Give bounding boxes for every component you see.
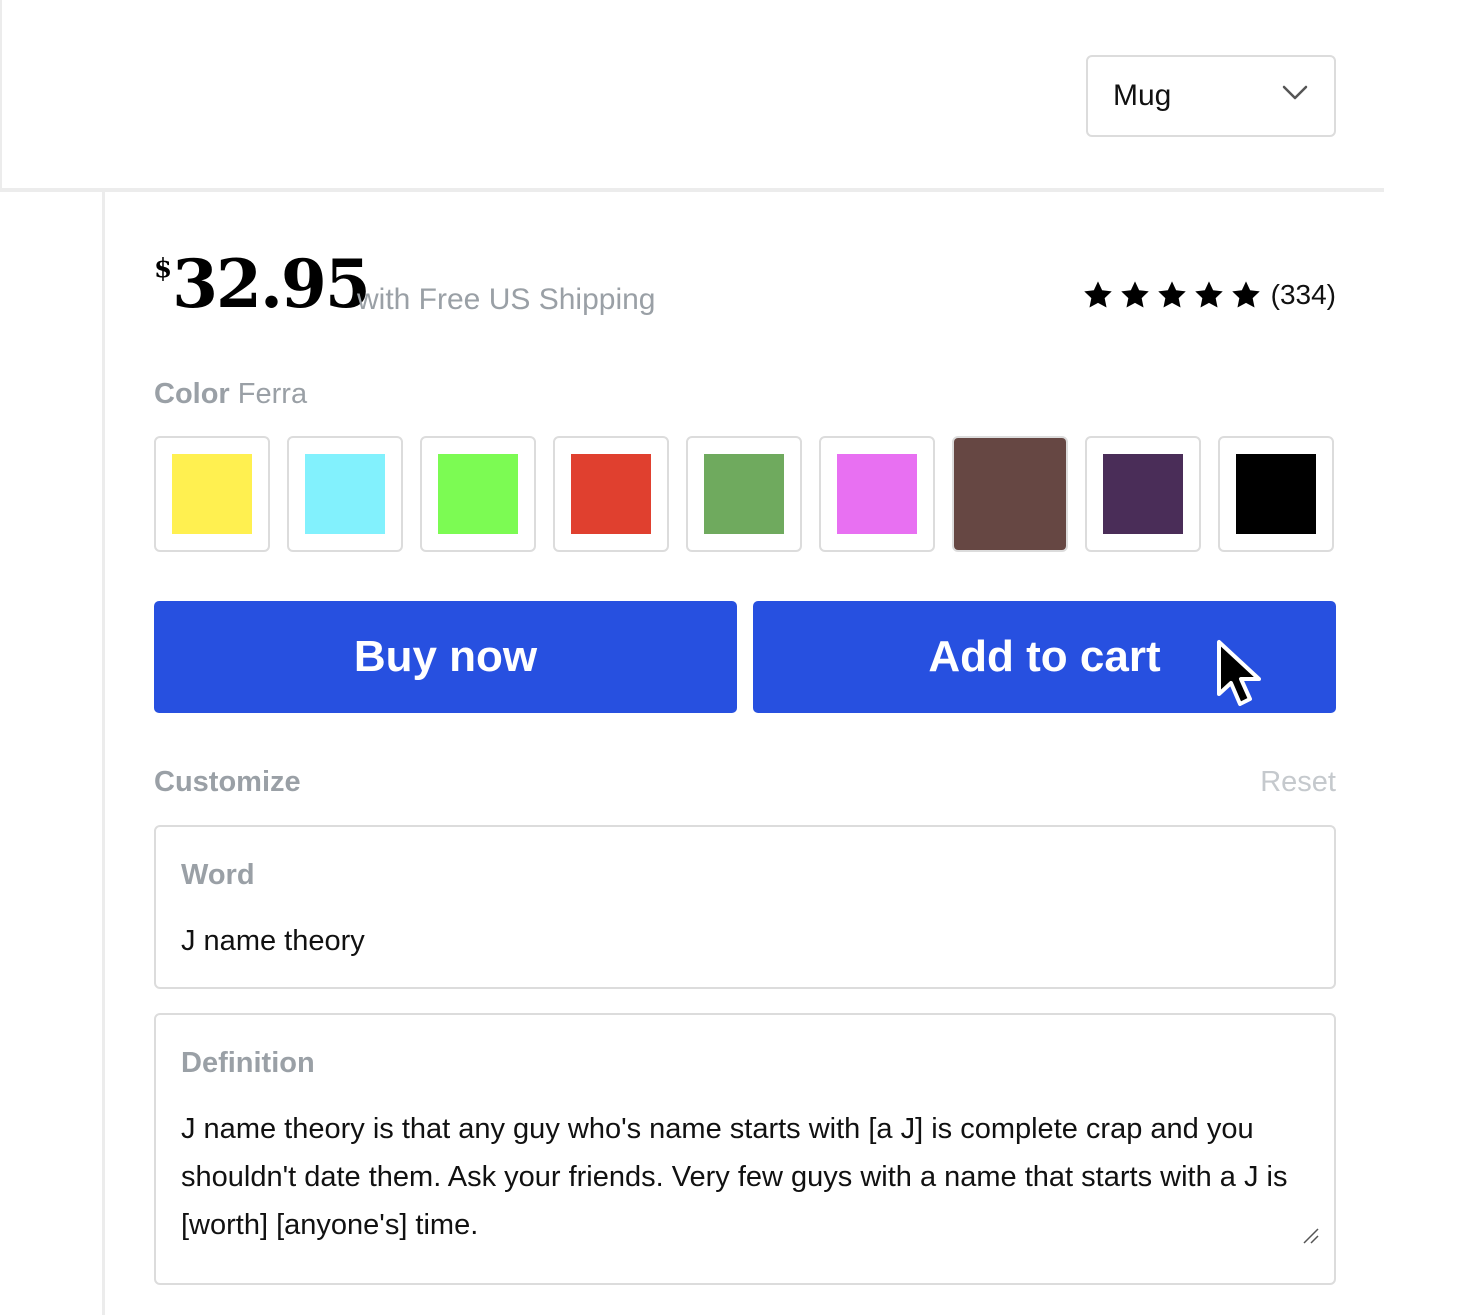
product-type-select[interactable]: Mug	[1086, 55, 1336, 137]
definition-field-label: Definition	[181, 1047, 315, 1079]
buy-now-button[interactable]: Buy now	[154, 601, 737, 713]
reset-button[interactable]: Reset	[1260, 766, 1336, 799]
price-currency: $	[154, 254, 173, 284]
color-label-title: Color	[154, 378, 230, 410]
star-icon	[1194, 281, 1223, 308]
color-swatch-fill	[571, 454, 651, 534]
star-icon	[1120, 281, 1149, 308]
color-swatch[interactable]	[287, 436, 403, 552]
shipping-note: with Free US Shipping	[357, 283, 656, 316]
color-swatch[interactable]	[819, 436, 935, 552]
color-swatch-fill	[172, 454, 252, 534]
price: $ 32.95	[154, 240, 371, 328]
color-swatch[interactable]	[952, 436, 1068, 552]
definition-field-value[interactable]: J name theory is that any guy who's name…	[181, 1105, 1304, 1249]
left-divider	[102, 192, 105, 1315]
color-swatch-fill	[305, 454, 385, 534]
word-field-value[interactable]: J name theory	[181, 917, 1304, 965]
color-swatches	[154, 436, 1334, 552]
definition-field[interactable]: Definition J name theory is that any guy…	[154, 1013, 1336, 1285]
color-selected-name: Ferra	[237, 378, 308, 410]
color-swatch[interactable]	[1085, 436, 1201, 552]
word-field-label: Word	[181, 859, 255, 891]
mouse-pointer-icon	[1217, 640, 1261, 706]
chevron-down-icon	[1282, 85, 1308, 100]
color-swatch-fill	[1236, 454, 1316, 534]
color-swatch[interactable]	[553, 436, 669, 552]
color-swatch-fill	[1103, 454, 1183, 534]
word-field[interactable]: Word J name theory	[154, 825, 1336, 989]
product-type-value: Mug	[1113, 79, 1172, 112]
price-amount: 32.95	[172, 245, 371, 323]
color-swatch-fill	[837, 454, 917, 534]
resize-handle-icon[interactable]	[1302, 1227, 1320, 1245]
color-swatch[interactable]	[420, 436, 536, 552]
color-label: Color Ferra	[154, 378, 307, 411]
rating-count: (334)	[1270, 279, 1336, 310]
color-swatch[interactable]	[154, 436, 270, 552]
customize-label: Customize	[154, 766, 301, 798]
color-swatch[interactable]	[686, 436, 802, 552]
color-swatch-fill	[954, 438, 1066, 550]
color-swatch[interactable]	[1218, 436, 1334, 552]
rating[interactable]: (334)	[1082, 279, 1336, 311]
star-icon	[1231, 281, 1260, 308]
star-icon	[1083, 281, 1112, 308]
star-icon	[1157, 281, 1186, 308]
color-swatch-fill	[704, 454, 784, 534]
color-swatch-fill	[438, 454, 518, 534]
